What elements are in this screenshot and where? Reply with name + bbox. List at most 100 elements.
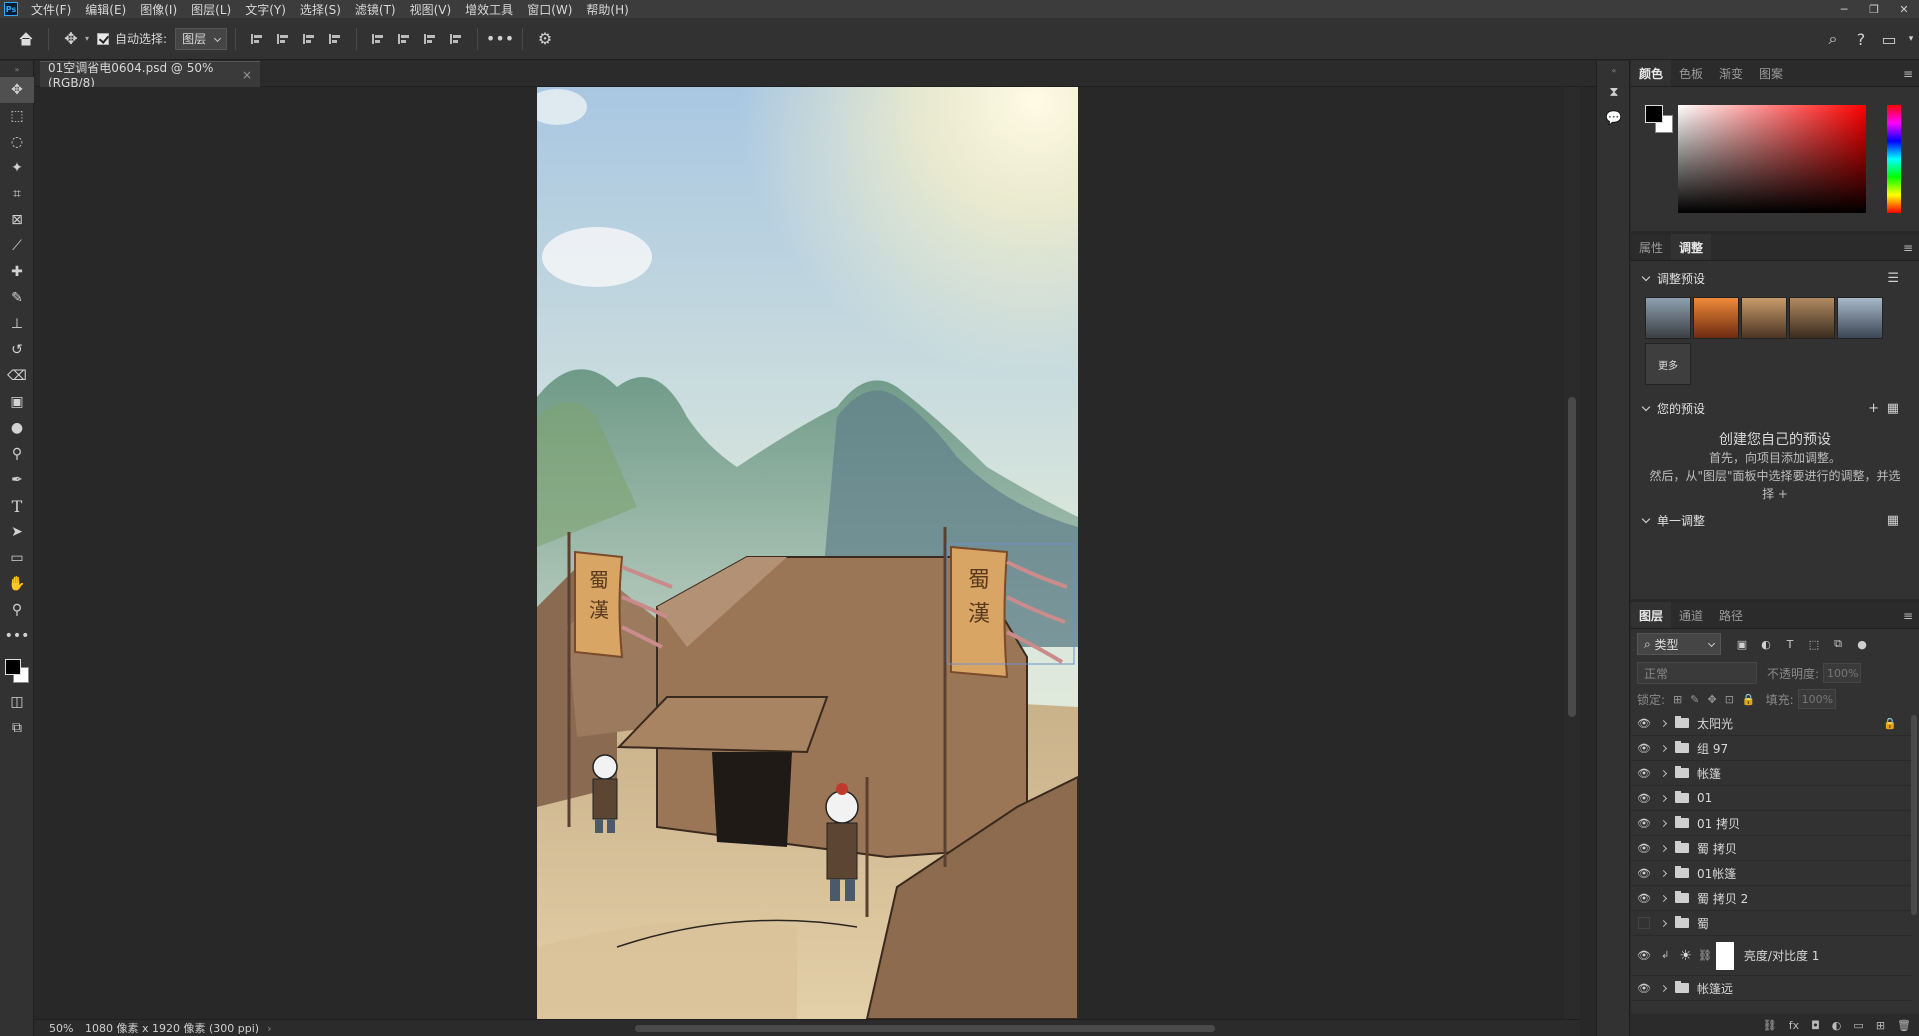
- delete-layer-icon[interactable]: 🗑: [1897, 1019, 1911, 1032]
- eye-icon[interactable]: 👁: [1631, 949, 1657, 962]
- minimize-icon[interactable]: ─: [1829, 0, 1859, 18]
- lock-artboard-icon[interactable]: ⊡: [1725, 693, 1734, 706]
- link-icon[interactable]: ⛓: [1698, 949, 1712, 962]
- crop-tool-icon[interactable]: ⌗: [0, 181, 34, 207]
- horizontal-scroll-thumb[interactable]: [635, 1025, 1215, 1032]
- align-bottom-icon[interactable]: [417, 26, 443, 52]
- menu-edit[interactable]: 编辑(E): [78, 1, 133, 18]
- align-top-icon[interactable]: [365, 26, 391, 52]
- expand-arrow-icon[interactable]: [1657, 719, 1669, 727]
- eye-icon[interactable]: 👁: [1631, 717, 1657, 730]
- tab-channels[interactable]: 通道: [1671, 602, 1711, 628]
- gear-icon[interactable]: ⚙: [531, 25, 559, 53]
- menu-type[interactable]: 文字(Y): [238, 1, 293, 18]
- preset-thumb[interactable]: [1837, 297, 1883, 339]
- grid-view-icon[interactable]: ▦: [1887, 401, 1899, 416]
- color-swatches[interactable]: [0, 649, 34, 689]
- collapse-toolbar-icon[interactable]: »: [0, 61, 34, 77]
- eye-icon[interactable]: 👁: [1631, 842, 1657, 855]
- eye-icon[interactable]: 👁: [1631, 817, 1657, 830]
- brush-tool-icon[interactable]: ✎: [0, 285, 34, 311]
- menu-plugins[interactable]: 增效工具: [458, 1, 520, 18]
- menu-file[interactable]: 文件(F): [24, 1, 78, 18]
- tab-color[interactable]: 颜色: [1631, 60, 1672, 86]
- layer-row[interactable]: 👁 组 97: [1631, 736, 1911, 761]
- lock-all-icon[interactable]: 🔒: [1742, 693, 1756, 706]
- filter-adjustment-icon[interactable]: ◐: [1755, 633, 1777, 655]
- auto-select-checkbox[interactable]: [97, 32, 110, 45]
- expand-arrow-icon[interactable]: [1657, 844, 1669, 852]
- auto-select-target-dropdown[interactable]: 图层: [175, 27, 228, 50]
- menu-layer[interactable]: 图层(L): [184, 1, 238, 18]
- preset-thumb[interactable]: [1741, 297, 1787, 339]
- align-middle-v-icon[interactable]: [391, 26, 417, 52]
- history-brush-tool-icon[interactable]: ↺: [0, 337, 34, 363]
- more-presets-button[interactable]: 更多: [1645, 343, 1691, 385]
- menu-window[interactable]: 窗口(W): [520, 1, 579, 18]
- add-mask-icon[interactable]: ◘: [1811, 1019, 1820, 1032]
- color-panel-foreground[interactable]: [1645, 105, 1663, 123]
- link-layers-icon[interactable]: ⛓: [1763, 1019, 1777, 1032]
- document-info[interactable]: 1080 像素 x 1920 像素 (300 ppi): [75, 1020, 259, 1036]
- opacity-field[interactable]: 100%: [1823, 663, 1862, 683]
- tab-patterns[interactable]: 图案: [1751, 60, 1791, 86]
- tab-swatches[interactable]: 色板: [1671, 60, 1711, 86]
- rectangle-tool-icon[interactable]: ▭: [0, 545, 34, 571]
- panel-menu-icon[interactable]: ≡: [1903, 241, 1913, 255]
- distribute-v-icon[interactable]: [443, 26, 469, 52]
- move-tool-icon[interactable]: ✥: [57, 25, 85, 53]
- lasso-tool-icon[interactable]: ◌: [0, 129, 34, 155]
- new-layer-icon[interactable]: ⊞: [1876, 1019, 1885, 1032]
- close-tab-icon[interactable]: ×: [242, 68, 252, 82]
- lock-transparent-icon[interactable]: ⊞: [1673, 693, 1682, 706]
- move-tool-icon[interactable]: ✥: [0, 77, 34, 103]
- expand-arrow-icon[interactable]: [1657, 794, 1669, 802]
- expand-arrow-icon[interactable]: [1657, 744, 1669, 752]
- layer-row[interactable]: 👁 帐篷远: [1631, 976, 1911, 1001]
- lock-position-icon[interactable]: ✥: [1707, 693, 1716, 706]
- status-chevron-icon[interactable]: ›: [267, 1022, 271, 1035]
- eye-icon[interactable]: 👁: [1631, 742, 1657, 755]
- eyedropper-tool-icon[interactable]: ⟋: [0, 233, 34, 259]
- eye-icon[interactable]: 👁: [1631, 892, 1657, 905]
- layer-row[interactable]: 👁 帐篷: [1631, 761, 1911, 786]
- distribute-h-icon[interactable]: [322, 26, 348, 52]
- more-options-icon[interactable]: •••: [486, 25, 514, 53]
- layer-row[interactable]: 👁 太阳光 🔒: [1631, 711, 1911, 736]
- filter-smart-object-icon[interactable]: ⧉: [1827, 633, 1849, 655]
- single-adjustment-header[interactable]: 单一调整 ▦: [1631, 507, 1919, 533]
- dodge-tool-icon[interactable]: ⚲: [0, 441, 34, 467]
- preset-thumb[interactable]: [1693, 297, 1739, 339]
- menu-filter[interactable]: 滤镜(T): [348, 1, 403, 18]
- search-icon[interactable]: ⌕: [1819, 25, 1847, 53]
- quick-mask-icon[interactable]: ◫: [0, 689, 34, 715]
- layer-row[interactable]: 👁 01 拷贝: [1631, 811, 1911, 836]
- new-group-icon[interactable]: ▭: [1853, 1019, 1863, 1032]
- eye-hidden-icon[interactable]: [1631, 917, 1657, 929]
- close-window-icon[interactable]: ✕: [1889, 0, 1919, 18]
- layer-row[interactable]: 👁 01帐篷: [1631, 861, 1911, 886]
- foreground-color-swatch[interactable]: [5, 659, 21, 675]
- align-left-icon[interactable]: [244, 26, 270, 52]
- vertical-scroll-thumb[interactable]: [1568, 397, 1576, 717]
- eye-icon[interactable]: 👁: [1631, 982, 1657, 995]
- preset-thumb[interactable]: [1789, 297, 1835, 339]
- expand-arrow-icon[interactable]: [1657, 819, 1669, 827]
- expand-arrow-icon[interactable]: [1657, 984, 1669, 992]
- eye-icon[interactable]: 👁: [1631, 867, 1657, 880]
- blend-mode-dropdown[interactable]: 正常: [1637, 662, 1757, 684]
- canvas-area[interactable]: 蜀 漢 蜀 漢: [35, 87, 1580, 1019]
- hand-tool-icon[interactable]: ✋: [0, 571, 34, 597]
- fill-field[interactable]: 100%: [1797, 689, 1836, 709]
- tab-gradients[interactable]: 渐变: [1711, 60, 1751, 86]
- filter-pixel-icon[interactable]: ▣: [1731, 633, 1753, 655]
- new-adjustment-icon[interactable]: ◐: [1832, 1019, 1842, 1032]
- frame-tool-icon[interactable]: ⊠: [0, 207, 34, 233]
- screen-mode-icon[interactable]: ⧉: [0, 715, 34, 741]
- expand-arrow-icon[interactable]: [1657, 919, 1669, 927]
- panel-menu-icon[interactable]: ≡: [1903, 67, 1913, 81]
- workspace-icon[interactable]: ▭: [1875, 25, 1903, 53]
- expand-arrow-icon[interactable]: [1657, 894, 1669, 902]
- menu-select[interactable]: 选择(S): [293, 1, 348, 18]
- pen-tool-icon[interactable]: ✒: [0, 467, 34, 493]
